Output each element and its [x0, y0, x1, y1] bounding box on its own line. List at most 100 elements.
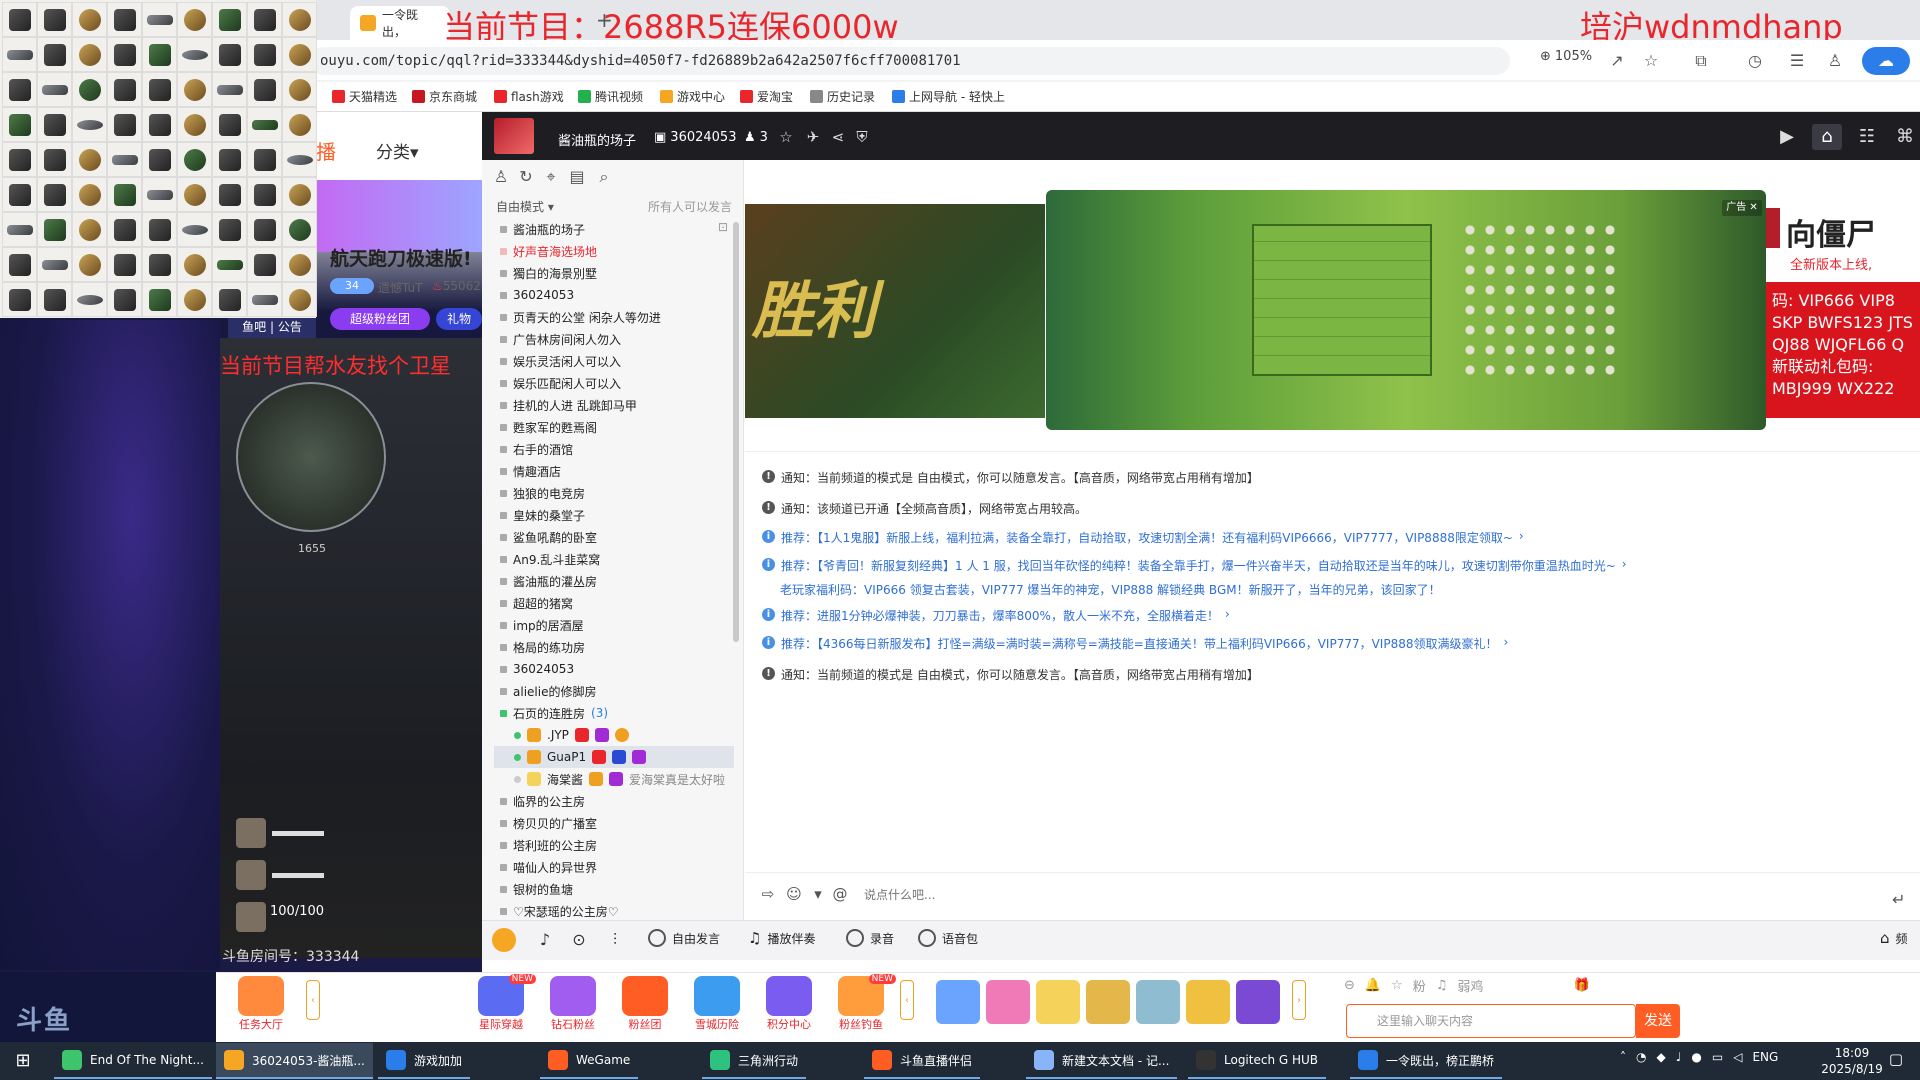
gift-item-icon[interactable]	[936, 980, 980, 1024]
refresh-icon[interactable]: ↻	[515, 166, 537, 188]
taskbar-item[interactable]: 一令既出，榜正鹏桥	[1350, 1043, 1503, 1079]
extension-icon[interactable]: ⧉	[1690, 50, 1712, 72]
address-bar[interactable]: ouyu.com/topic/qql?rid=333344&dyshid=405…	[310, 47, 1510, 75]
expand-gifts-tab[interactable]: ‹	[900, 980, 914, 1020]
volume-icon[interactable]: ◁	[1733, 1050, 1742, 1064]
gift-entry[interactable]: NEW 星际穿越	[474, 974, 536, 1032]
enter-icon[interactable]: ↵	[1892, 890, 1905, 909]
bookmark-6[interactable]: 历史记录	[810, 88, 875, 105]
gift-entry[interactable]: NEW 粉丝钓鱼	[834, 974, 896, 1032]
channel-button[interactable]: ⌂ 频	[1880, 929, 1908, 947]
bookmark-4[interactable]: 游戏中心	[660, 88, 725, 105]
channel-item[interactable]: 格局的练功房	[494, 636, 734, 658]
douyu-chat-input[interactable]: 这里输入聊天内容	[1346, 1004, 1636, 1038]
chevron-down-icon[interactable]: ▾	[808, 884, 828, 904]
location-icon[interactable]: ⌖	[540, 166, 562, 188]
mascot-icon[interactable]	[492, 928, 516, 952]
shield-icon[interactable]: ⛨	[852, 127, 872, 147]
channel-item[interactable]: 獨白的海景別墅	[494, 262, 734, 284]
chevron-up-icon[interactable]: ˄	[1620, 1050, 1626, 1064]
fan-club-button[interactable]: 超级粉丝团	[330, 308, 430, 330]
channel-item[interactable]: 喵仙人的异世界	[494, 856, 734, 878]
channel-item[interactable]: 甦家军的甦焉阁	[494, 416, 734, 438]
music-icon[interactable]: ♫	[1436, 978, 1448, 993]
gift-entry[interactable]: 雪城历险	[690, 976, 744, 1032]
channel-item[interactable]: 酱油瓶的灌丛房	[494, 570, 734, 592]
gift-entry[interactable]: 积分中心	[762, 976, 816, 1032]
gift-item-icon[interactable]	[986, 980, 1030, 1024]
gift-icon[interactable]: 🎁	[1573, 978, 1589, 993]
user-icon[interactable]: ♙	[1824, 50, 1846, 72]
block-icon[interactable]: ⊖	[1344, 978, 1355, 993]
browser-tab[interactable]: 一令既出，	[350, 6, 450, 40]
nav-fenlei[interactable]: 分类▾	[376, 138, 419, 163]
channel-item[interactable]: 页青天的公堂 闲杂人等勿进	[494, 306, 734, 328]
accompany-button[interactable]: ♫ 播放伴奏	[748, 929, 815, 947]
tray-app-icon[interactable]: ◔	[1636, 1050, 1646, 1064]
taskbar-item[interactable]: 36024053-酱油瓶...	[216, 1043, 373, 1079]
channel-item[interactable]: 塔利班的公主房	[494, 834, 734, 856]
channel-item[interactable]: 超超的猪窝	[494, 592, 734, 614]
channel-item[interactable]: 好声音海选场地	[494, 240, 734, 262]
network-icon[interactable]: ▭	[1712, 1050, 1723, 1064]
channel-item[interactable]: 挂机的人进 乱跳卸马甲	[494, 394, 734, 416]
notification-icon[interactable]: ▢	[1886, 1050, 1906, 1070]
emoji-icon[interactable]: ☺	[784, 884, 804, 904]
list-icon[interactable]: ☷	[1852, 124, 1882, 150]
record-button[interactable]: 录音	[846, 929, 894, 947]
microphone-icon[interactable]: ♩	[1676, 1050, 1682, 1064]
gift-entry[interactable]: 任务大厅	[234, 976, 288, 1032]
history-icon[interactable]: ◷	[1744, 50, 1766, 72]
promo-message[interactable]: i 推荐：【4366每日新服发布】打怪=满级=满时装=满称号=满技能=直接通关！带…	[762, 635, 1508, 652]
speaker-icon[interactable]: ♪	[534, 929, 556, 951]
channel-item[interactable]: 36024053	[494, 284, 734, 306]
cloud-icon[interactable]: ☁	[1862, 47, 1910, 75]
channel-group-open[interactable]: 石页的连胜房 (3)	[494, 702, 734, 724]
channel-item[interactable]: alielie的修脚房	[494, 680, 734, 702]
channel-item[interactable]: 娱乐灵活闲人可以入	[494, 350, 734, 372]
home-icon[interactable]: ⌂	[1812, 124, 1842, 150]
nav-zhubo[interactable]: 播	[316, 136, 336, 165]
promo-message[interactable]: i 推荐：【爷青回！新服复刻经典】1 人 1 服，找回当年砍怪的纯粹！装备全靠手打…	[762, 557, 1627, 574]
channel-item[interactable]: 娱乐匹配闲人可以入	[494, 372, 734, 394]
bell-icon[interactable]: 🔔	[1365, 978, 1381, 993]
member-item[interactable]: 海棠酱 爱海棠真是太好啦	[494, 768, 734, 790]
share-icon[interactable]: ↗	[1606, 50, 1628, 72]
ad-close-button[interactable]: 广告 ✕	[1722, 200, 1762, 216]
taskbar-item[interactable]: 斗鱼直播伴侣	[864, 1043, 981, 1079]
search-icon[interactable]: ⌕	[593, 166, 615, 188]
channel-item[interactable]: 临界的公主房	[494, 790, 734, 812]
streamer-nick[interactable]: 遗憾TuT	[378, 279, 422, 296]
expand-right-tab[interactable]: ›	[1292, 980, 1306, 1020]
user-icon[interactable]: ♙	[490, 166, 512, 188]
channel-avatar[interactable]	[494, 118, 534, 154]
taskbar-item[interactable]: 三角洲行动	[702, 1043, 807, 1079]
channel-item[interactable]: 36024053	[494, 658, 734, 680]
gift-item-icon[interactable]	[1036, 980, 1080, 1024]
bookmark-5[interactable]: 爱淘宝	[740, 88, 793, 105]
free-speak-button[interactable]: 自由发言	[648, 929, 720, 947]
taskbar-item[interactable]: 新建文本文档 - 记...	[1026, 1043, 1178, 1079]
member-item[interactable]: .JYP	[494, 724, 734, 746]
bookmark-0[interactable]: 天猫精选	[332, 88, 397, 105]
taskbar-item[interactable]: WeGame	[540, 1043, 639, 1079]
lang-indicator[interactable]: ENG	[1752, 1050, 1778, 1064]
menu-icon[interactable]: ☰	[1786, 50, 1808, 72]
tray-app-icon[interactable]: ●	[1691, 1050, 1701, 1064]
channel-item[interactable]: 银树的鱼塘	[494, 878, 734, 900]
channel-item[interactable]: 榜贝贝的广播室	[494, 812, 734, 834]
channel-item[interactable]: ♡宋瑟瑶的公主房♡	[494, 900, 734, 918]
member-item[interactable]: GuaP1	[494, 746, 734, 768]
equalizer-icon[interactable]: ⫶	[604, 929, 626, 951]
plane-icon[interactable]: ✈	[803, 127, 823, 147]
gamepad-icon[interactable]: ⌘	[1890, 124, 1920, 150]
channel-item[interactable]: 皇妹的桑堂子	[494, 504, 734, 526]
clock[interactable]: 18:09 2025/8/19	[1820, 1045, 1884, 1077]
quick-reply-icon[interactable]: ⇨	[758, 884, 778, 904]
promo-message[interactable]: i 推荐：进服1分钟必爆神装，刀刀暴击，爆率800%，散人一米不充，全服横着走！ ›	[762, 607, 1230, 624]
weak-tool[interactable]: 弱鸡	[1457, 976, 1483, 995]
sidebar-scrollbar[interactable]	[733, 222, 739, 642]
gift-entry[interactable]: 粉丝团	[618, 976, 672, 1032]
video-icon[interactable]: ▶	[1772, 124, 1802, 150]
fan-tool[interactable]: 粉	[1413, 976, 1426, 995]
